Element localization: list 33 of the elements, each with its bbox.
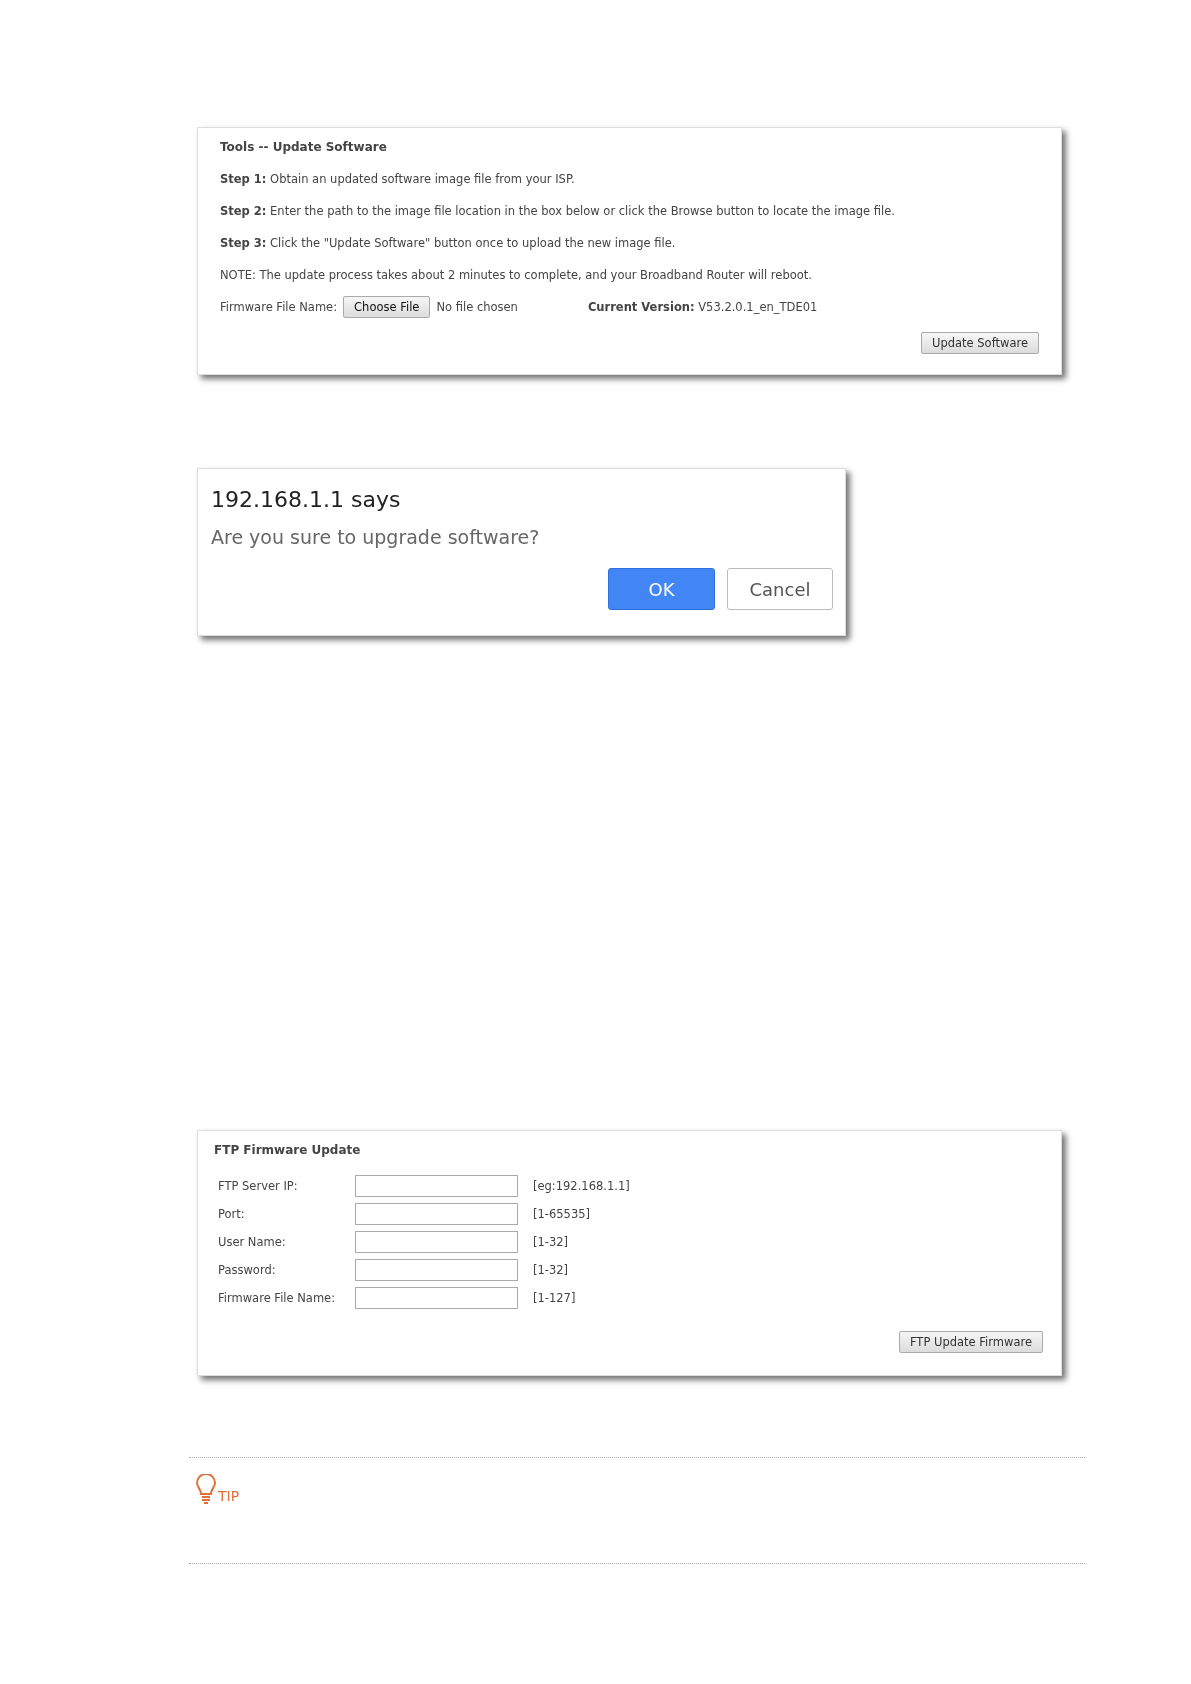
field-hint: [1-65535]: [533, 1207, 591, 1221]
field-label: Port:: [217, 1207, 246, 1221]
choose-file-button[interactable]: Choose File: [343, 296, 431, 318]
panel-title: FTP Firmware Update: [214, 1143, 362, 1157]
dialog-message: Are you sure to upgrade software?: [211, 526, 541, 548]
panel-title: Tools -- Update Software: [220, 140, 388, 154]
input-field[interactable]: [355, 1259, 518, 1281]
step-text: Step 1: Obtain an updated software image file from your ISP.: [220, 172, 576, 186]
field-hint: [1-32]: [533, 1263, 569, 1277]
field-hint: [1-127]: [533, 1291, 576, 1305]
input-field[interactable]: [355, 1175, 518, 1197]
field-hint: [1-32]: [533, 1235, 569, 1249]
step-text: Step 2: Enter the path to the image file location in the box below or click the Browse button to locate the image file.: [220, 204, 896, 218]
note-text: NOTE: The update process takes about 2 minutes to complete, and your Broadband Router will reboot.: [220, 268, 813, 282]
field-label: Firmware File Name:: [217, 1291, 337, 1305]
dialog-title: 192.168.1.1 says: [211, 487, 402, 512]
lightbulb-icon: [195, 1474, 217, 1504]
field-label: Firmware File Name:: [220, 300, 338, 314]
step-text: Step 3: Click the "Update Software" button once to upload the new image file.: [220, 236, 677, 250]
file-status: No file chosen: [436, 300, 518, 314]
input-field[interactable]: [355, 1203, 518, 1225]
ok-button[interactable]: OK: [608, 568, 715, 610]
update-software-button[interactable]: Update Software: [921, 332, 1039, 354]
tip-label: TIP: [218, 1488, 240, 1504]
field-label: User Name:: [217, 1235, 287, 1249]
cancel-button[interactable]: Cancel: [727, 568, 833, 610]
ftp-update-button[interactable]: FTP Update Firmware: [898, 1331, 1043, 1353]
input-field[interactable]: [355, 1287, 518, 1309]
field-hint: [eg:192.168.1.1]: [533, 1179, 630, 1193]
current-version: Current Version: V53.2.0.1_en_TDE01: [587, 300, 818, 314]
field-label: FTP Server IP:: [217, 1179, 299, 1193]
input-field[interactable]: [355, 1231, 518, 1253]
field-label: Password:: [217, 1263, 277, 1277]
